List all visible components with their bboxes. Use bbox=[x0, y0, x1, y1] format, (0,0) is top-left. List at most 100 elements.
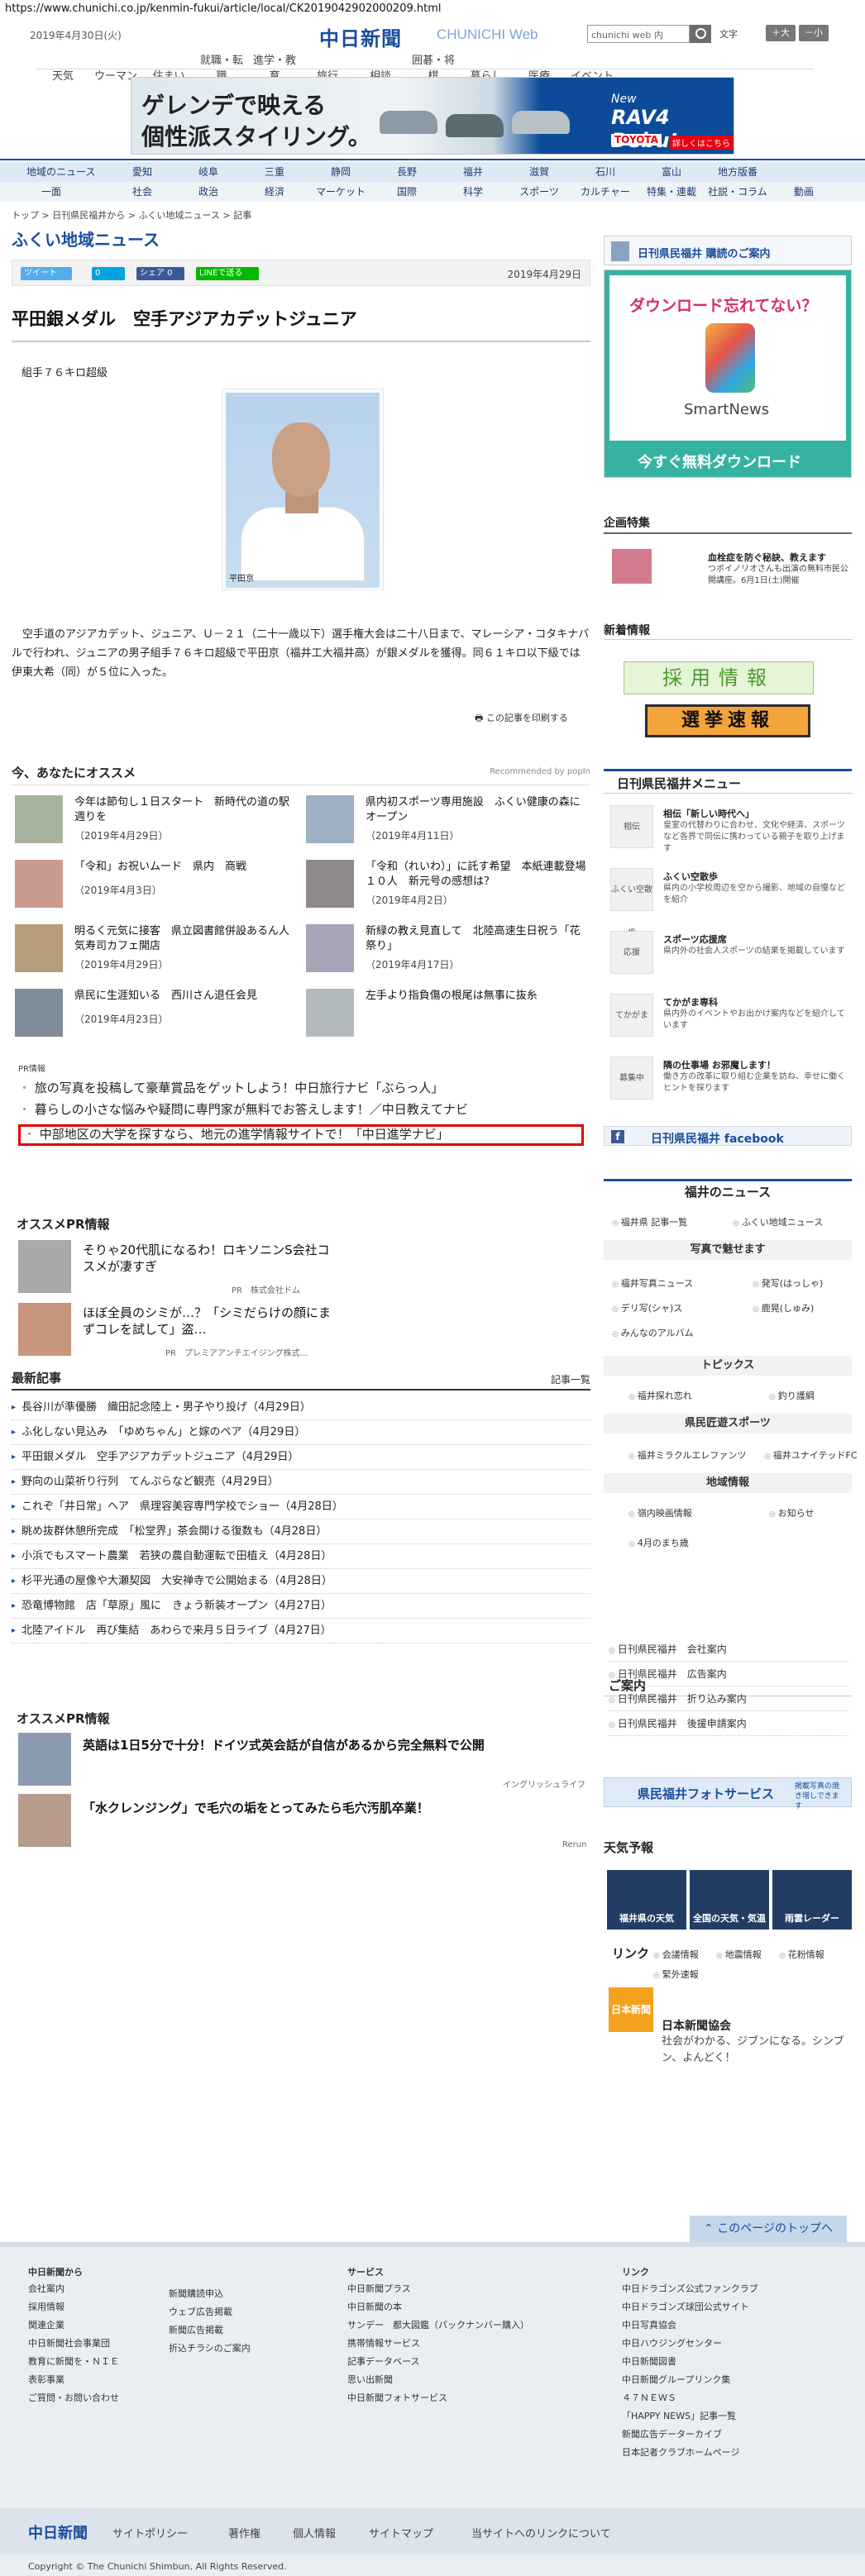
latest-item[interactable]: 小浜でもスマート農業 若狭の農自動運転で田植え（4月28日） bbox=[12, 1544, 590, 1569]
menu-item-title[interactable]: てかがま専科 bbox=[663, 995, 718, 1009]
recommend-item[interactable]: 今年は節句し１日スタート 新時代の道の駅週りを （2019年4月29日） bbox=[15, 795, 304, 848]
latest-more-link[interactable]: 記事一覧 bbox=[551, 1372, 590, 1386]
photo-service-label[interactable]: 県民福井フォトサービス bbox=[638, 1785, 774, 1802]
footer-link[interactable]: 「HAPPY NEWS」記事一覧 bbox=[622, 2409, 736, 2422]
footer-link[interactable]: 表彰事業 bbox=[28, 2373, 65, 2386]
weather-national[interactable]: 全国の天気・気温 bbox=[690, 1870, 769, 1930]
catnav-item[interactable]: 岐阜 bbox=[175, 162, 241, 182]
footer-link[interactable]: 中日新聞グループリンク集 bbox=[622, 2373, 730, 2386]
sidebar-link[interactable]: ふくい地域ニュース bbox=[733, 1215, 823, 1228]
latest-item[interactable]: 眺め抜群休憩所完成 「松堂界」茶会開ける復数も（4月28日） bbox=[12, 1519, 590, 1544]
thumbnail[interactable] bbox=[306, 860, 354, 908]
footer-link[interactable]: 会社案内 bbox=[28, 2282, 65, 2295]
page-top-button[interactable]: ⌃ このページのトップへ bbox=[690, 2216, 847, 2242]
oss-pr2-item-title[interactable]: 「水クレンジング」で毛穴の垢をとってみたら毛穴汚肌卒業！ bbox=[83, 1799, 429, 1816]
catnav-item[interactable]: 社説・コラム bbox=[705, 182, 771, 202]
weather-radar[interactable]: 雨雲レーダー bbox=[772, 1870, 852, 1930]
sidebar-link[interactable]: 福井写真ニュース bbox=[612, 1276, 693, 1290]
menu-item[interactable]: てかがま てかがま専科 県内外のイベントやお出かけ案内などを紹介しています bbox=[604, 990, 852, 1045]
sidebar-link[interactable]: 嶺内映画情報 bbox=[628, 1506, 692, 1519]
footer-link[interactable]: 教育に新聞を・ＮＩＥ bbox=[28, 2354, 119, 2368]
facebook-label[interactable]: 日刊県民福井 facebook bbox=[651, 1130, 784, 1147]
pr-link[interactable]: 暮らしの小さな悩みや疑問に専門家が無料でお答えします！／中日教えてナビ bbox=[18, 1100, 468, 1119]
site-logo-web[interactable]: CHUNICHI Web bbox=[437, 26, 538, 43]
thumbnail[interactable] bbox=[15, 795, 63, 843]
oss-pr-item-title[interactable]: ほぼ全員のシミが…？「シミだらけの顔にまずコレを試して」盗… bbox=[83, 1305, 331, 1338]
catnav-item[interactable]: 滋賀 bbox=[506, 162, 572, 182]
recommend-item-title[interactable]: 新緑の教え見直して 北陸高速生日祝う「花祭り」 bbox=[366, 924, 589, 954]
catnav-item[interactable]: 国際 bbox=[374, 182, 440, 202]
footer-link[interactable]: 関連企業 bbox=[28, 2318, 65, 2331]
recommend-item[interactable]: 新緑の教え見直して 北陸高速生日祝う「花祭り」 （2019年4月17日） bbox=[306, 924, 595, 977]
thumbnail[interactable] bbox=[18, 1733, 71, 1786]
thumbnail[interactable] bbox=[15, 860, 63, 908]
footer-link[interactable]: 採用情報 bbox=[28, 2300, 65, 2313]
catnav-item[interactable]: 一面 bbox=[17, 182, 109, 202]
menu-icon[interactable]: 相伝 bbox=[610, 805, 653, 848]
ad-banner[interactable]: ゲレンデで映える 個性派スタイリング。 New RAV4 Debut TOYOT… bbox=[131, 77, 734, 155]
footer-nav-link[interactable]: 著作権 bbox=[228, 2525, 260, 2540]
sidebar-link[interactable]: みんなのアルバム bbox=[612, 1326, 694, 1339]
site-logo[interactable]: 中日新聞 bbox=[319, 22, 402, 51]
url-bar[interactable]: https://www.chunichi.co.jp/kenmin-fukui/… bbox=[0, 0, 865, 18]
catnav-item[interactable]: 特集・連載 bbox=[638, 182, 705, 202]
thumbnail[interactable] bbox=[306, 924, 354, 972]
line-share-button[interactable]: LINEで送る bbox=[196, 267, 259, 280]
facebook-banner[interactable]: f 日刊県民福井 facebook bbox=[604, 1126, 852, 1146]
hatena-bookmark-button[interactable]: 0 bbox=[92, 267, 125, 280]
catnav-item[interactable]: 愛知 bbox=[109, 162, 175, 182]
sidebar-link[interactable]: 4月のまち歳 bbox=[628, 1536, 689, 1549]
latest-item[interactable]: 恐竜博物館 店「草原」風に きょう新装オープン（4月27日） bbox=[12, 1594, 590, 1619]
facebook-share-button[interactable]: シェア 0 bbox=[136, 267, 184, 280]
recommend-by[interactable]: Recommended by popIn bbox=[490, 767, 590, 776]
menu-item[interactable]: ふくい空散歩ふくい空散歩県内の小学校周辺を空から撮影、地域の自慢などを紹介 bbox=[604, 865, 852, 937]
catnav-item[interactable]: 福井 bbox=[440, 162, 506, 182]
oss-pr-item-title[interactable]: そりゃ20代肌になるわ！ロキソニンS会社コスメが凄すぎ bbox=[83, 1242, 331, 1275]
search-input[interactable]: chunichi web 内 bbox=[587, 25, 690, 43]
goannai-link[interactable]: 日刊県民福井 折り込み案内 bbox=[609, 1686, 848, 1711]
recommend-item-title[interactable]: 「令和」お祝いムード 県内 商戦 bbox=[74, 860, 298, 875]
footer-logo[interactable]: 中日新聞 bbox=[28, 2521, 88, 2543]
thumbnail[interactable] bbox=[18, 1794, 71, 1847]
footer-link[interactable]: 携帯情報サービス bbox=[347, 2336, 420, 2349]
recommend-item-title[interactable]: 左手より指負傷の根尾は無事に抜糸 bbox=[366, 989, 589, 1004]
footer-link[interactable]: 中日新聞プラス bbox=[347, 2282, 411, 2295]
catnav-item[interactable]: 静岡 bbox=[308, 162, 374, 182]
footer-link[interactable]: ご質問・お問い合わせ bbox=[28, 2391, 119, 2404]
sidebar-link[interactable]: 福井探れ恋れ bbox=[628, 1389, 692, 1402]
latest-item[interactable]: 北陸アイドル 再び集結 あわらで来月５日ライブ（4月27日） bbox=[12, 1619, 590, 1643]
font-smaller-button[interactable]: －小 bbox=[799, 25, 829, 41]
latest-item[interactable]: これぞ「井日常」ヘア 県理容美容専門学校でショー（4月28日） bbox=[12, 1495, 590, 1519]
recommend-item[interactable]: 県内初スポーツ専用施設 ふくい健康の森にオープン （2019年4月11日） bbox=[306, 795, 595, 848]
menu-icon[interactable]: 応援 bbox=[610, 931, 653, 974]
photo-service-banner[interactable]: 県民福井フォトサービス 掲載写真の焼き増しできます bbox=[604, 1777, 852, 1810]
footer-link[interactable]: 中日ドラゴンズ公式ファンクラブ bbox=[622, 2282, 758, 2295]
article-photo[interactable]: 平田京 bbox=[222, 389, 384, 590]
catnav-item[interactable]: カルチャー bbox=[572, 182, 638, 202]
goannai-link[interactable]: 日刊県民福井 広告案内 bbox=[609, 1662, 848, 1686]
footer-link[interactable]: 中日ハウジングセンター bbox=[622, 2336, 722, 2349]
sidebar-link[interactable]: 花粉情報 bbox=[779, 1948, 824, 1961]
recommend-item[interactable]: 県民に生涯知いる 西川さん退任会見 （2019年4月23日） bbox=[15, 989, 304, 1042]
catnav-item[interactable]: マーケット bbox=[308, 182, 374, 202]
catnav-item[interactable]: 地域のニュース bbox=[17, 162, 109, 182]
goannai-link[interactable]: 日刊県民福井 後援申請案内 bbox=[609, 1711, 848, 1736]
sidebar-link[interactable]: 釣り護綱 bbox=[769, 1389, 815, 1402]
recommend-item-title[interactable]: 今年は節句し１日スタート 新時代の道の駅週りを bbox=[74, 795, 298, 825]
footer-nav-link[interactable]: 個人情報 bbox=[293, 2525, 336, 2540]
recruit-banner[interactable]: 採用情報 bbox=[624, 661, 814, 694]
footer-link[interactable]: 中日新聞図書 bbox=[622, 2354, 676, 2368]
sidebar-link[interactable]: 福井県 記事一覧 bbox=[612, 1215, 688, 1228]
pr-link[interactable]: 旅の写真を投稿して豪華賞品をゲットしよう！中日旅行ナビ「ぶらっ人」 bbox=[18, 1078, 444, 1098]
footer-link[interactable]: 新聞広告掲載 bbox=[169, 2323, 223, 2336]
catnav-item[interactable]: 富山 bbox=[638, 162, 705, 182]
nihon-shinbun-logo[interactable]: 日本新聞 bbox=[609, 1987, 653, 2032]
sidebar-link[interactable]: お知らせ bbox=[769, 1506, 815, 1519]
thumbnail[interactable] bbox=[18, 1303, 71, 1356]
recommend-item-title[interactable]: 「令和（れいわ）」に託す希望 本紙連載登場１０人 新元号の感想は？ bbox=[366, 860, 589, 890]
footer-nav-link[interactable]: サイトマップ bbox=[369, 2525, 433, 2540]
footer-link[interactable]: 中日ドラゴンズ球団公式サイト bbox=[622, 2300, 749, 2313]
sidebar-link[interactable]: 地震情報 bbox=[716, 1948, 762, 1961]
catnav-item[interactable]: 経済 bbox=[241, 182, 308, 202]
recommend-item[interactable]: 「令和」お祝いムード 県内 商戦 （2019年4月3日） bbox=[15, 860, 304, 913]
